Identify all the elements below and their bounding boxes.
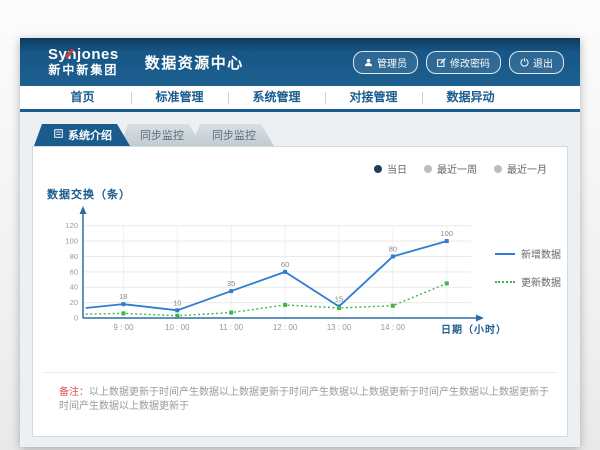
tab-sync-monitor-2[interactable]: 同步监控 bbox=[192, 124, 274, 146]
legend-line-sample-solid bbox=[495, 253, 515, 255]
nav-item-data-change[interactable]: 数据异动 bbox=[422, 86, 519, 109]
logout-label: 退出 bbox=[533, 55, 553, 70]
nav-item-integration-mgmt[interactable]: 对接管理 bbox=[325, 86, 422, 109]
svg-text:10 : 00: 10 : 00 bbox=[165, 323, 190, 332]
svg-text:15: 15 bbox=[335, 294, 343, 303]
radio-last-week[interactable]: 最近一周 bbox=[424, 161, 477, 176]
note-label: 备注： bbox=[59, 387, 89, 398]
svg-text:35: 35 bbox=[227, 279, 235, 288]
chart-y-axis-title: 数据交换（条） bbox=[47, 186, 567, 202]
tab-label: 同步监控 bbox=[140, 127, 184, 143]
svg-text:60: 60 bbox=[281, 260, 289, 269]
power-icon bbox=[520, 58, 529, 67]
svg-text:0: 0 bbox=[74, 314, 78, 323]
line-chart: 0 20 40 60 80 100 120 9 : 00 10 : 00 11 : 00 12 : … bbox=[51, 204, 491, 336]
tab-system-intro[interactable]: 系统介绍 bbox=[34, 124, 130, 146]
radio-selected-dot bbox=[374, 165, 382, 173]
nav-item-home[interactable]: 首页 bbox=[34, 86, 131, 109]
svg-text:10: 10 bbox=[173, 298, 181, 307]
svg-text:14 : 00: 14 : 00 bbox=[381, 323, 406, 332]
header-actions: 管理员 修改密码 退出 bbox=[353, 51, 564, 74]
svg-text:11 : 00: 11 : 00 bbox=[219, 323, 243, 332]
chart-area: 0 20 40 60 80 100 120 9 : 00 10 : 00 11 : 00 12 : … bbox=[33, 204, 567, 356]
svg-text:100: 100 bbox=[440, 229, 453, 238]
app-header: Synjones 新中新集团 数据资源中心 管理员 修改密码 bbox=[20, 38, 580, 86]
chart-legend: 新增数据 更新数据 bbox=[495, 246, 561, 289]
radio-today[interactable]: 当日 bbox=[374, 161, 407, 176]
legend-item-new-data: 新增数据 bbox=[495, 246, 561, 261]
content-area: 系统介绍 同步监控 同步监控 当日 最近一周 bbox=[20, 112, 580, 447]
user-button[interactable]: 管理员 bbox=[353, 51, 418, 74]
logout-button[interactable]: 退出 bbox=[509, 51, 564, 74]
time-range-filter: 当日 最近一周 最近一月 bbox=[33, 153, 567, 176]
user-icon bbox=[364, 58, 373, 67]
edit-icon bbox=[437, 58, 446, 67]
legend-item-update-data: 更新数据 bbox=[495, 274, 561, 289]
radio-dot bbox=[494, 165, 502, 173]
radio-last-week-label: 最近一周 bbox=[437, 161, 477, 176]
tab-label: 系统介绍 bbox=[68, 127, 112, 143]
page-title: 数据资源中心 bbox=[145, 52, 244, 73]
nav-item-standard-mgmt[interactable]: 标准管理 bbox=[131, 86, 228, 109]
svg-text:18: 18 bbox=[119, 292, 127, 301]
svg-text:9 : 00: 9 : 00 bbox=[113, 323, 134, 332]
svg-text:60: 60 bbox=[70, 267, 78, 276]
nav-item-system-mgmt[interactable]: 系统管理 bbox=[228, 86, 325, 109]
svg-text:40: 40 bbox=[70, 283, 78, 292]
document-icon bbox=[54, 129, 63, 141]
legend-label-update-data: 更新数据 bbox=[521, 274, 561, 289]
change-password-button[interactable]: 修改密码 bbox=[426, 51, 501, 74]
svg-text:20: 20 bbox=[70, 298, 78, 307]
tab-bar: 系统介绍 同步监控 同步监控 bbox=[34, 124, 568, 146]
svg-text:80: 80 bbox=[389, 244, 397, 253]
svg-text:80: 80 bbox=[70, 252, 78, 261]
main-nav: 首页 标准管理 系统管理 对接管理 数据异动 bbox=[20, 86, 580, 112]
radio-today-label: 当日 bbox=[387, 161, 407, 176]
legend-label-new-data: 新增数据 bbox=[521, 246, 561, 261]
company-logo[interactable]: Synjones 新中新集团 bbox=[48, 47, 119, 77]
user-button-label: 管理员 bbox=[377, 55, 407, 70]
legend-line-sample-dotted bbox=[495, 281, 515, 283]
change-password-label: 修改密码 bbox=[450, 55, 490, 70]
content-panel: 当日 最近一周 最近一月 数据交换（条） 0 20 40 60 80 100 120 9 : … bbox=[32, 146, 568, 437]
svg-text:100: 100 bbox=[65, 237, 78, 246]
svg-text:120: 120 bbox=[65, 221, 78, 230]
app-window: Synjones 新中新集团 数据资源中心 管理员 修改密码 bbox=[20, 38, 580, 447]
note-text: 以上数据更新于时间产生数据以上数据更新于时间产生数据以上数据更新于时间产生数据以… bbox=[59, 387, 549, 412]
tab-label: 同步监控 bbox=[212, 127, 256, 143]
radio-dot bbox=[424, 165, 432, 173]
tab-sync-monitor-1[interactable]: 同步监控 bbox=[120, 124, 202, 146]
chart-x-axis-title: 日期（小时） bbox=[441, 321, 507, 336]
logo-text-en: Synjones bbox=[48, 47, 119, 64]
radio-last-month[interactable]: 最近一月 bbox=[494, 161, 547, 176]
svg-text:12 : 00: 12 : 00 bbox=[273, 323, 298, 332]
svg-text:13 : 00: 13 : 00 bbox=[327, 323, 352, 332]
radio-last-month-label: 最近一月 bbox=[507, 161, 547, 176]
footer-note: 备注：以上数据更新于时间产生数据以上数据更新于时间产生数据以上数据更新于时间产生… bbox=[43, 372, 557, 418]
logo-text-cn: 新中新集团 bbox=[48, 64, 119, 77]
